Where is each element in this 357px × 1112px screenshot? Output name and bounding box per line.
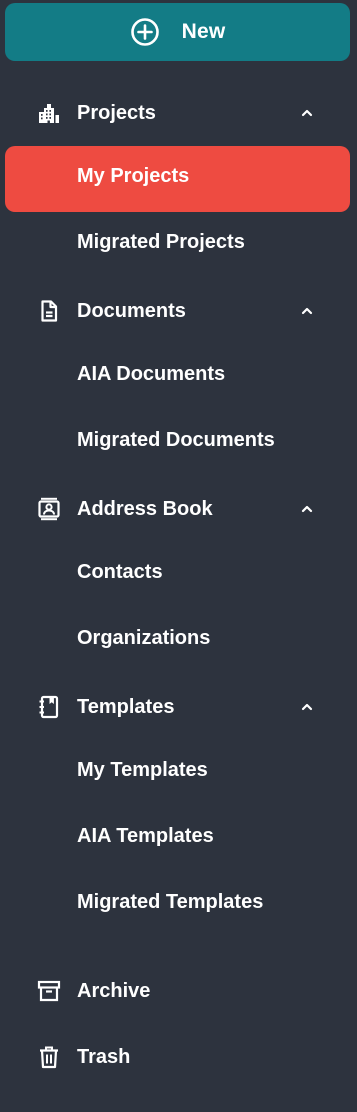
section-templates[interactable]: Templates [0, 687, 357, 727]
section-label-address-book: Address Book [77, 498, 213, 520]
nav-item-my-templates[interactable]: My Templates [5, 750, 350, 790]
nav-item-label: Migrated Documents [77, 429, 275, 451]
nav-item-label: Archive [77, 980, 151, 1002]
nav-item-label: AIA Documents [77, 363, 226, 385]
nav-item-organizations[interactable]: Organizations [5, 618, 350, 658]
chevron-up-icon[interactable] [299, 304, 315, 318]
section-label-documents: Documents [77, 300, 186, 322]
document-icon [41, 300, 58, 322]
nav-item-label: AIA Templates [77, 825, 214, 847]
section-address-book[interactable]: Address Book [0, 489, 357, 529]
nav-item-label: Migrated Projects [77, 231, 245, 253]
contact-card-icon [38, 497, 60, 521]
nav-item-archive[interactable]: Archive [0, 971, 357, 1011]
notebook-icon [39, 695, 59, 719]
nav-item-aia-documents[interactable]: AIA Documents [5, 354, 350, 394]
nav-item-label: My Projects [77, 165, 190, 187]
section-label-projects: Projects [77, 102, 156, 124]
nav-item-contacts[interactable]: Contacts [5, 552, 350, 592]
nav-item-label: My Templates [77, 759, 208, 781]
nav-item-trash[interactable]: Trash [0, 1037, 357, 1077]
chevron-up-icon[interactable] [299, 502, 315, 516]
nav-item-label: Trash [77, 1046, 131, 1068]
trash-icon [40, 1046, 58, 1069]
nav-item-migrated-templates[interactable]: Migrated Templates [5, 882, 350, 922]
nav-item-label: Contacts [77, 561, 163, 583]
section-label-templates: Templates [77, 696, 175, 718]
new-button[interactable]: New [5, 3, 350, 61]
nav-item-aia-templates[interactable]: AIA Templates [5, 816, 350, 856]
chevron-up-icon[interactable] [299, 106, 315, 120]
new-button-label: New [181, 20, 226, 43]
nav-item-label: Organizations [77, 627, 211, 649]
nav-item-label: Migrated Templates [77, 891, 264, 913]
archive-box-icon [37, 980, 61, 1002]
section-documents[interactable]: Documents [0, 291, 357, 331]
chevron-up-icon[interactable] [299, 700, 315, 714]
nav-item-migrated-projects[interactable]: Migrated Projects [5, 222, 350, 262]
building-icon [39, 104, 59, 123]
plus-circle-icon [130, 18, 159, 46]
nav-item-my-projects[interactable]: My Projects [5, 146, 350, 212]
section-projects[interactable]: Projects [0, 93, 357, 133]
nav-item-migrated-documents[interactable]: Migrated Documents [5, 420, 350, 460]
